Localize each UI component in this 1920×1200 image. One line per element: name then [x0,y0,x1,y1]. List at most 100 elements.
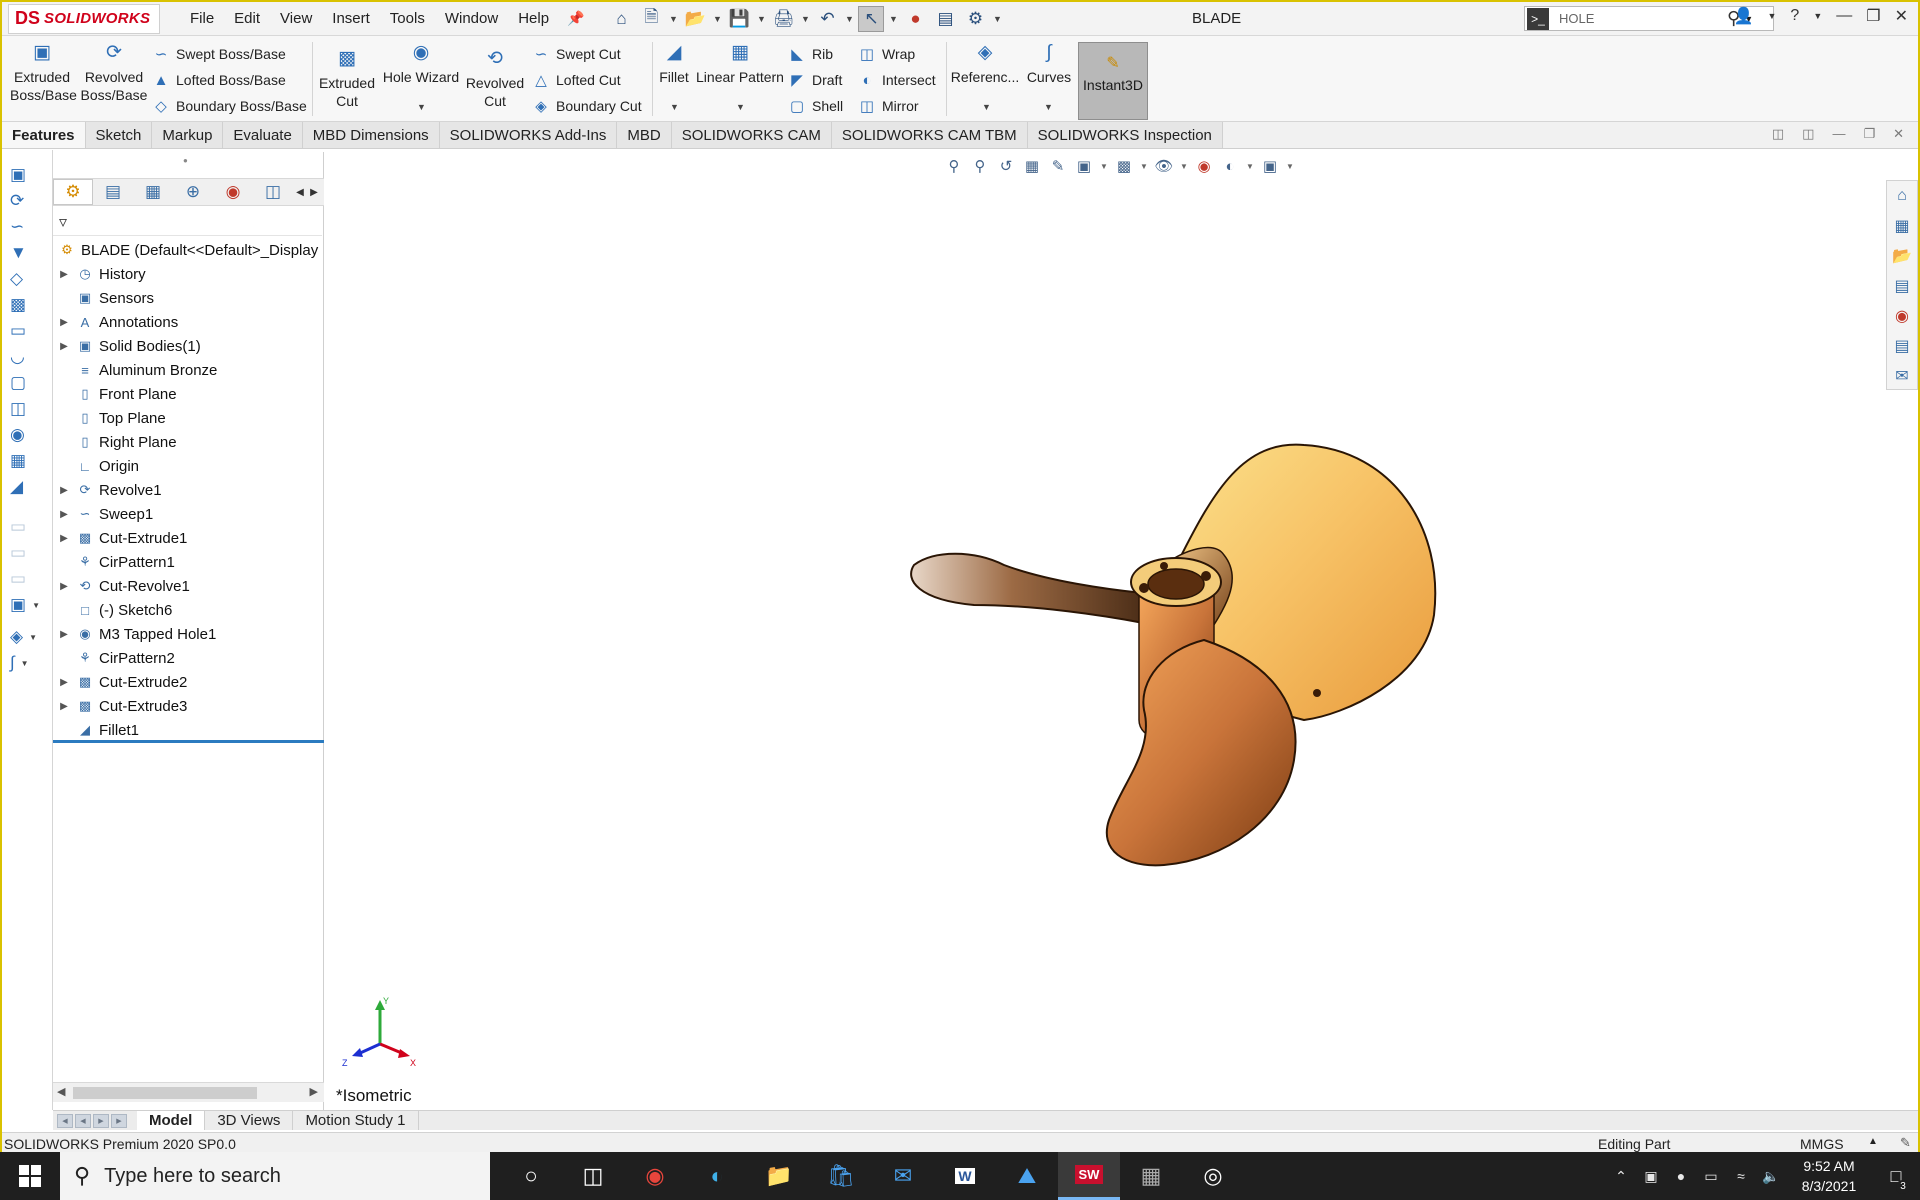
expand-arrow-icon[interactable]: ▶ [53,581,75,592]
tree-item-history[interactable]: ▶ ◷ History [53,262,324,286]
battery-icon[interactable]: ▭ [1696,1168,1726,1185]
minimize-icon[interactable]: — [1836,7,1852,25]
print-icon[interactable]: 🖨 [770,6,796,32]
extruded-boss-button[interactable]: ▣ Extruded Boss/Base [10,43,77,104]
forum-icon[interactable]: ✉ [1887,361,1917,391]
tab-solidworks-add-ins[interactable]: SOLIDWORKS Add-Ins [439,122,618,148]
tree-item-revolve1[interactable]: ▶ ⟳ Revolve1 [53,478,324,502]
chevron-down-icon[interactable]: ▼ [1246,162,1254,171]
meet-now-icon[interactable]: ▣ [1636,1168,1666,1185]
chevron-down-icon[interactable]: ▼ [668,14,678,24]
tab-sketch[interactable]: Sketch [85,122,153,148]
draft-button[interactable]: ◤ Draft [788,70,842,90]
lofted-cut-button[interactable]: △ Lofted Cut [532,70,620,90]
tab-mbd[interactable]: MBD [617,122,672,148]
expand-arrow-icon[interactable]: ▶ [53,485,75,496]
custom-properties-icon[interactable]: ▤ [1887,331,1917,361]
menu-edit[interactable]: Edit [224,10,270,27]
tab-solidworks-inspection[interactable]: SOLIDWORKS Inspection [1027,122,1223,148]
tab-evaluate[interactable]: Evaluate [223,122,303,148]
revolved-boss-button[interactable]: ⟳ Revolved Boss/Base [80,43,148,104]
doc-close-icon[interactable]: ✕ [1893,126,1904,142]
search-input[interactable] [1559,11,1719,26]
tree-item-right-plane[interactable]: ▯ Right Plane [53,430,324,454]
extrude-icon[interactable]: ▣ [4,162,50,188]
curve-icon[interactable]: ∫ ▼ [4,650,50,676]
chevron-down-icon[interactable]: ▼ [1768,11,1777,21]
apply-scene-icon[interactable]: ◐ [1220,156,1240,176]
expand-arrow-icon[interactable]: ▶ [53,269,75,280]
tab-solidworks-cam[interactable]: SOLIDWORKS CAM [671,122,832,148]
menu-view[interactable]: View [270,10,322,27]
hole-wizard-button[interactable]: ◉ Hole Wizard [382,43,460,86]
appearances-icon[interactable]: ◉ [1887,301,1917,331]
display-manager-tab-icon[interactable]: ◉ [213,179,253,205]
chevron-down-icon[interactable]: ▼ [712,14,722,24]
expand-arrow-icon[interactable]: ▶ [53,629,75,640]
expand-arrow-icon[interactable]: ▶ [53,701,75,712]
doc-restore-icon[interactable]: ❐ [1863,126,1875,142]
file-properties-icon[interactable]: ▤ [932,6,958,32]
view-palette-icon[interactable]: ▤ [1887,271,1917,301]
dynamic-annotation-icon[interactable]: ✎ [1048,156,1068,176]
view-settings-icon[interactable]: ▣ [1260,156,1280,176]
tree-root-part[interactable]: ⚙ BLADE (Default<<Default>_Display [53,238,324,262]
instant3d-button[interactable]: ✎ Instant3D [1078,42,1148,120]
section-view-icon[interactable]: ▦ [1022,156,1042,176]
loft-icon[interactable]: ▼ [4,240,50,266]
edit-appearance-icon[interactable]: ◉ [1194,156,1214,176]
previous-tab-icon[interactable]: ◀ [75,1113,91,1128]
tab-mbd-dimensions[interactable]: MBD Dimensions [302,122,440,148]
tab-solidworks-cam-tbm[interactable]: SOLIDWORKS CAM TBM [831,122,1028,148]
chrome-icon[interactable]: ◉ [624,1152,686,1200]
lofted-boss-button[interactable]: ▲ Lofted Boss/Base [152,70,286,90]
delete-face-icon[interactable]: ▭ [4,540,50,566]
tab-model[interactable]: Model [137,1111,206,1130]
sweep-icon[interactable]: ∽ [4,214,50,240]
solidworks-resources-icon[interactable]: ⌂ [1887,181,1917,211]
tabs-scroll-right-icon[interactable]: ▶ [307,179,321,205]
scroll-right-icon[interactable]: ▶ [310,1085,318,1098]
move-face-icon[interactable]: ▭ [4,514,50,540]
options-gear-icon[interactable]: ⚙ [962,6,988,32]
tree-horizontal-scrollbar[interactable]: ◀ ▶ [53,1082,324,1102]
home-icon[interactable]: ⌂ [608,6,634,32]
revolved-cut-button[interactable]: ⟲ Revolved Cut [462,49,528,110]
taskbar-clock[interactable]: 9:52 AM 8/3/2021 [1786,1156,1872,1196]
cut-icon[interactable]: ▩ [4,292,50,318]
tree-item-fillet1[interactable]: ◢ Fillet1 [53,718,324,742]
tree-item-aluminum-bronze[interactable]: ≡ Aluminum Bronze [53,358,324,382]
photos-icon[interactable]: ⛰ [996,1152,1058,1200]
property-manager-tab-icon[interactable]: ▤ [93,179,133,205]
edge-icon[interactable]: ◐ [686,1152,748,1200]
solidworks-logo[interactable]: DS SOLIDWORKS [8,3,160,34]
chevron-down-icon[interactable]: ▼ [1100,162,1108,171]
help-icon[interactable]: ? [1790,7,1799,25]
tab-3d-views[interactable]: 3D Views [205,1111,294,1130]
chevron-down-icon[interactable]: ▼ [736,102,745,112]
tree-item-solid-bodies-1[interactable]: ▶ ▣ Solid Bodies(1) [53,334,324,358]
body-icon[interactable]: ▣ ▼ [4,592,50,618]
swept-cut-button[interactable]: ∽ Swept Cut [532,44,621,64]
tree-item-sketch6[interactable]: □ (-) Sketch6 [53,598,324,622]
menu-insert[interactable]: Insert [322,10,380,27]
calculator-icon[interactable]: ▦ [1120,1152,1182,1200]
close-icon[interactable]: ✕ [1895,6,1908,26]
dome-icon[interactable]: ◡ [4,344,50,370]
rollback-bar[interactable] [53,740,324,743]
chevron-down-icon[interactable]: ▼ [992,14,1002,24]
tab-motion-study-1[interactable]: Motion Study 1 [293,1111,419,1130]
tree-item-m3-tapped-hole1[interactable]: ▶ ◉ M3 Tapped Hole1 [53,622,324,646]
menu-help[interactable]: Help [508,10,559,27]
expand-arrow-icon[interactable]: ▶ [53,341,75,352]
cortana-icon[interactable]: ○ [500,1152,562,1200]
unit-system[interactable]: MMGS [1800,1136,1844,1152]
task-view-icon[interactable]: ◫ [562,1152,624,1200]
expand-arrow-icon[interactable]: ▶ [53,533,75,544]
shell-button[interactable]: ▢ Shell [788,96,843,116]
boundary-icon[interactable]: ◇ [4,266,50,292]
swept-boss-button[interactable]: ∽ Swept Boss/Base [152,44,286,64]
tree-item-cirpattern1[interactable]: ⚘ CirPattern1 [53,550,324,574]
restore-icon[interactable]: ❐ [1866,6,1880,26]
undo-icon[interactable]: ↶ [814,6,840,32]
